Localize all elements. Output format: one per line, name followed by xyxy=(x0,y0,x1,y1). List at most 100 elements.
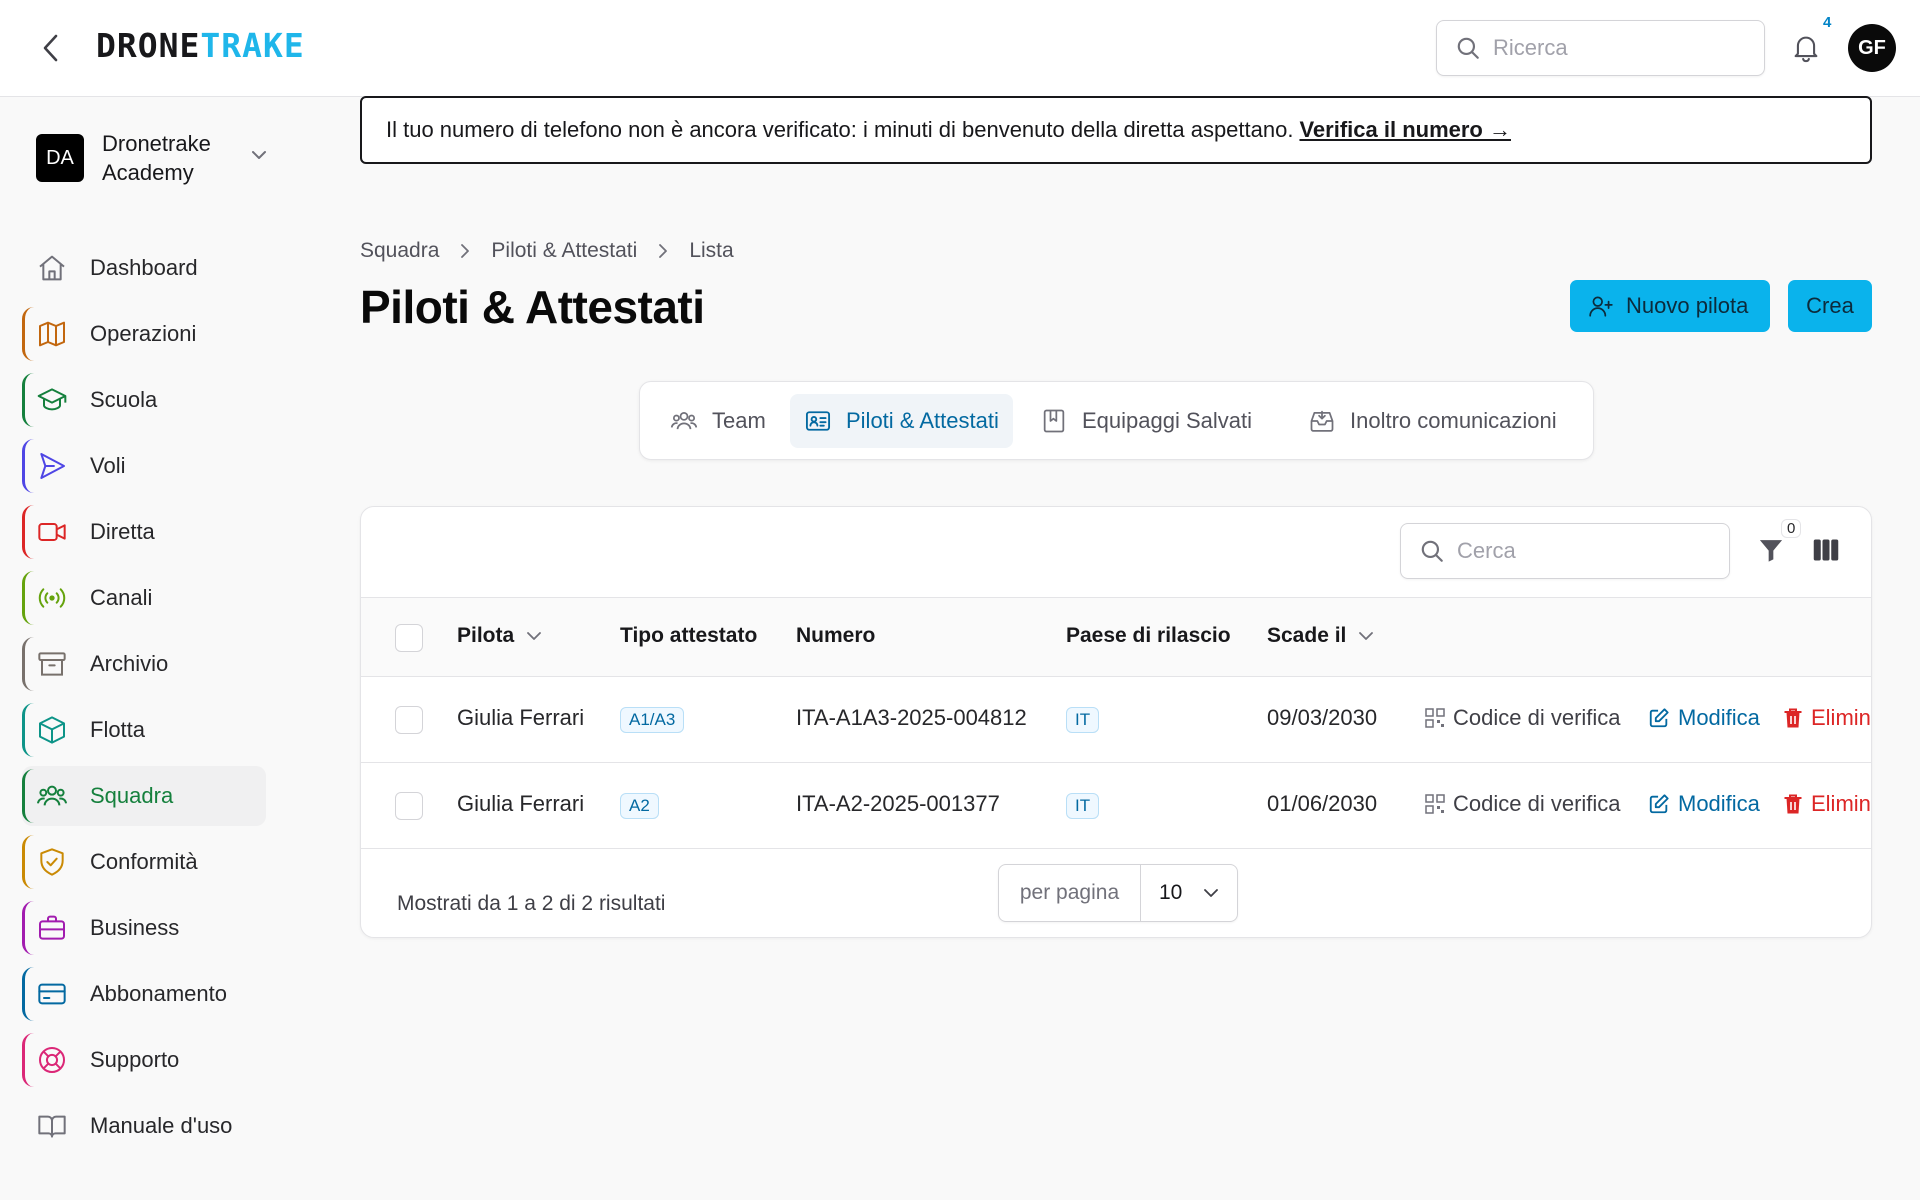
expiry-date: 09/03/2030 xyxy=(1267,705,1378,730)
column-header-pilota[interactable]: Pilota xyxy=(457,624,542,648)
global-search-input[interactable] xyxy=(1493,35,1753,61)
country-badge: IT xyxy=(1066,793,1100,819)
chevron-down-icon xyxy=(527,632,542,640)
filter-icon xyxy=(1759,540,1783,562)
table-row: Giulia Ferrari A2 ITA-A2-2025-001377 IT … xyxy=(361,763,1871,849)
verification-code-button[interactable]: Codice di verifica xyxy=(1425,705,1621,731)
sidebar-item-label: Abbonamento xyxy=(90,981,227,1006)
sidebar-item-scuola[interactable]: Scuola xyxy=(22,370,266,430)
new-pilot-button[interactable]: Nuovo pilota xyxy=(1570,280,1770,332)
table-search[interactable] xyxy=(1400,523,1730,579)
row-checkbox[interactable] xyxy=(395,792,423,820)
qr-code-icon xyxy=(1425,708,1445,728)
chevron-down-icon xyxy=(1204,889,1218,897)
verify-number-link[interactable]: Verifica il numero → xyxy=(1299,117,1511,143)
edit-button[interactable]: Modifica xyxy=(1648,791,1760,817)
breadcrumb-squadra[interactable]: Squadra xyxy=(360,239,439,263)
trash-icon xyxy=(1784,708,1802,728)
tab-label: Inoltro comunicazioni xyxy=(1350,408,1557,433)
per-page-select[interactable]: 10 xyxy=(1141,865,1237,921)
sidebar-item-flotta[interactable]: Flotta xyxy=(22,700,266,760)
sidebar-accent-bar xyxy=(22,505,34,559)
tab-team[interactable]: Team xyxy=(656,394,780,448)
tab-piloti-attestati[interactable]: Piloti & Attestati xyxy=(790,394,1013,448)
table-header: Pilota Tipo attestato Numero Paese di ri… xyxy=(361,597,1871,677)
chevron-right-icon xyxy=(657,242,669,260)
attestato-number: ITA-A2-2025-001377 xyxy=(796,791,1000,816)
sidebar-item-operazioni[interactable]: Operazioni xyxy=(22,304,266,364)
column-header-numero: Numero xyxy=(796,624,876,647)
sidebar-item-diretta[interactable]: Diretta xyxy=(22,502,266,562)
home-icon xyxy=(36,252,68,284)
edit-button[interactable]: Modifica xyxy=(1648,705,1760,731)
sidebar-accent-bar xyxy=(22,571,34,625)
sidebar-item-dashboard[interactable]: Dashboard xyxy=(22,238,266,298)
global-search[interactable] xyxy=(1436,20,1765,76)
edit-label: Modifica xyxy=(1678,705,1760,730)
bookmark-icon xyxy=(1043,409,1065,433)
pilots-table-card: 0 Pilota Tipo attestato Numero Paese di … xyxy=(360,506,1872,938)
sidebar-accent-bar xyxy=(22,703,34,757)
box-icon xyxy=(36,714,68,746)
attestato-number: ITA-A1A3-2025-004812 xyxy=(796,705,1027,730)
sidebar-item-canali[interactable]: Canali xyxy=(22,568,266,628)
columns-toggle-button[interactable] xyxy=(1807,531,1845,569)
create-button[interactable]: Crea xyxy=(1788,280,1872,332)
new-pilot-label: Nuovo pilota xyxy=(1626,293,1749,318)
attestato-type-badge: A2 xyxy=(620,793,659,819)
page-title: Piloti & Attestati xyxy=(360,281,705,333)
tab-equipaggi-salvati[interactable]: Equipaggi Salvati xyxy=(1026,394,1266,448)
id-card-icon xyxy=(805,411,831,431)
column-header-label: Scade il xyxy=(1267,624,1347,647)
delete-button[interactable]: Elimina xyxy=(1783,791,1871,817)
sidebar-accent-bar xyxy=(22,769,34,823)
verification-code-label: Codice di verifica xyxy=(1453,791,1621,816)
sidebar-item-supporto[interactable]: Supporto xyxy=(22,1030,266,1090)
chevron-right-icon xyxy=(459,242,471,260)
chevron-down-icon xyxy=(1359,632,1374,640)
per-page-label: per pagina xyxy=(999,865,1141,921)
sidebar-item-squadra[interactable]: Squadra xyxy=(22,766,266,826)
notifications-button[interactable] xyxy=(1788,28,1824,68)
edit-icon xyxy=(1649,794,1669,814)
app-logo[interactable]: DRONETRAKE xyxy=(96,26,305,65)
sidebar-item-conformita[interactable]: Conformità xyxy=(22,832,266,892)
breadcrumb-piloti[interactable]: Piloti & Attestati xyxy=(491,239,637,263)
section-tabs: Team Piloti & Attestati Equipaggi Salvat… xyxy=(639,381,1594,460)
columns-icon xyxy=(1813,539,1839,561)
sidebar-accent-bar xyxy=(22,1033,34,1087)
sidebar-accent-bar xyxy=(22,637,34,691)
delete-button[interactable]: Elimina xyxy=(1783,705,1871,731)
sidebar-item-business[interactable]: Business xyxy=(22,898,266,958)
tab-inoltro-comunicazioni[interactable]: Inoltro comunicazioni xyxy=(1294,394,1571,448)
pilot-name: Giulia Ferrari xyxy=(457,705,585,730)
sidebar-item-manuale[interactable]: Manuale d'uso xyxy=(22,1096,266,1156)
user-avatar[interactable]: GF xyxy=(1848,24,1896,72)
logo-text-drone: DRONE xyxy=(96,26,201,65)
breadcrumb-current: Lista xyxy=(689,239,734,262)
table-search-input[interactable] xyxy=(1457,538,1717,564)
organization-switcher[interactable]: DA Dronetrake Academy xyxy=(36,126,276,190)
org-logo: DA xyxy=(36,134,84,182)
sidebar-item-archivio[interactable]: Archivio xyxy=(22,634,266,694)
qr-code-icon xyxy=(1425,794,1445,814)
pilot-name: Giulia Ferrari xyxy=(457,791,585,816)
results-summary: Mostrati da 1 a 2 di 2 risultati xyxy=(397,892,666,915)
attestato-type-badge: A1/A3 xyxy=(620,707,685,733)
sidebar-item-label: Dashboard xyxy=(90,255,198,280)
banner-text: Il tuo numero di telefono non è ancora v… xyxy=(386,117,1294,142)
book-open-icon xyxy=(36,1110,68,1142)
column-header-scadenza[interactable]: Scade il xyxy=(1267,624,1374,648)
chevron-down-icon xyxy=(252,151,266,159)
sidebar-item-voli[interactable]: Voli xyxy=(22,436,266,496)
verification-code-button[interactable]: Codice di verifica xyxy=(1425,791,1621,817)
back-button[interactable] xyxy=(36,30,66,66)
select-all-checkbox[interactable] xyxy=(395,624,423,652)
edit-label: Modifica xyxy=(1678,791,1760,816)
row-checkbox[interactable] xyxy=(395,706,423,734)
sidebar-item-label: Conformità xyxy=(90,849,198,874)
briefcase-icon xyxy=(36,912,68,944)
table-row: Giulia Ferrari A1/A3 ITA-A1A3-2025-00481… xyxy=(361,677,1871,763)
sidebar-item-abbonamento[interactable]: Abbonamento xyxy=(22,964,266,1024)
phone-verification-banner: Il tuo numero di telefono non è ancora v… xyxy=(360,96,1872,164)
